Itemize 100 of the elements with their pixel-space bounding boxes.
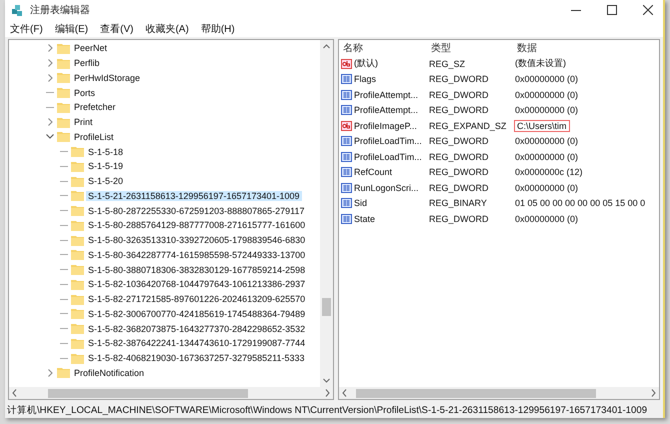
tree-connector-line: [60, 240, 68, 241]
value-name: ProfileAttempt...: [354, 105, 418, 116]
scroll-left-icon[interactable]: [12, 389, 18, 397]
value-data: 0x00000000 (0): [515, 90, 580, 100]
folder-icon: [57, 367, 70, 378]
tree-item[interactable]: PeerNet: [72, 43, 110, 54]
value-data: 0x00000000 (0): [515, 152, 580, 162]
value-type: REG_DWORD: [429, 182, 490, 193]
scroll-thumb[interactable]: [356, 388, 596, 398]
tree-item[interactable]: S-1-5-80-3263513310-3392720605-1798839546-6830: [86, 235, 308, 246]
tree-item[interactable]: S-1-5-80-3642287774-1615985598-572449333-13700: [86, 250, 308, 260]
binary-value-icon: [341, 167, 352, 178]
folder-icon: [71, 338, 84, 349]
folder-icon: [71, 278, 84, 290]
value-data: 0x00000000 (0): [515, 214, 580, 224]
menu-item[interactable]: 查看(V): [100, 22, 134, 36]
tree-item[interactable]: S-1-5-80-2885764129-887777008-271615777-161600: [86, 220, 308, 230]
folder-icon: [71, 160, 84, 172]
binary-value-icon: [341, 105, 352, 116]
tree-connector-line: [60, 180, 68, 182]
column-header[interactable]: 名称: [343, 41, 431, 55]
tree-connector-line: [60, 284, 68, 285]
menu-item[interactable]: 编辑(E): [54, 22, 88, 36]
horizontal-scrollbar[interactable]: [339, 387, 659, 399]
value-name: (默认): [354, 57, 378, 70]
tree-item[interactable]: S-1-5-82-3682073875-1643277370-2842298652-3532: [86, 324, 308, 334]
tree-item[interactable]: PerHwIdStorage: [72, 72, 142, 83]
tree-item[interactable]: ProfileList: [72, 132, 116, 142]
chevron-right-icon[interactable]: [48, 118, 52, 126]
binary-value-icon: [341, 74, 352, 84]
tree-item[interactable]: S-1-5-82-271721585-897601226-2024613209-625570: [86, 294, 308, 304]
folder-icon: [71, 352, 84, 364]
tree-item[interactable]: S-1-5-80-2872255330-672591203-888807865-279117: [86, 206, 307, 216]
binary-value-icon: [341, 198, 352, 208]
binary-value-icon: [341, 182, 352, 193]
tree-item[interactable]: S-1-5-82-3876422241-1344743610-1729199087-7744: [86, 338, 308, 348]
folder-icon: [71, 308, 84, 320]
maximize-icon: [607, 5, 617, 15]
tree-item[interactable]: S-1-5-82-1036420768-1044797643-1061213386-2937: [86, 279, 308, 290]
tree-item[interactable]: S-1-5-80-3880718306-3832830129-1677859214-2598: [86, 264, 308, 275]
binary-value-icon: [341, 136, 352, 146]
value-name: RunLogonScri...: [354, 182, 419, 193]
value-name: ProfileImageP...: [354, 120, 417, 131]
folder-icon: [71, 323, 84, 334]
value-type: REG_DWORD: [429, 105, 490, 116]
tree-item[interactable]: S-1-5-21-2631158613-129956197-1657173401-1009: [86, 190, 302, 201]
scroll-thumb[interactable]: [48, 388, 248, 398]
value-type: REG_DWORD: [429, 167, 490, 178]
string-value-icon: [341, 58, 352, 69]
tree-item[interactable]: Print: [72, 117, 95, 128]
app-icon: [11, 4, 24, 16]
value-name: Sid: [354, 198, 368, 208]
value-data: 0x00000000 (0): [515, 105, 580, 116]
value-type: REG_DWORD: [429, 136, 490, 146]
tree-item[interactable]: Ports: [72, 88, 98, 98]
value-data: (数值未设置): [515, 57, 567, 70]
value-data: C:\Users\tim: [515, 120, 568, 131]
binary-value-icon: [341, 152, 352, 162]
value-data: 0x00000000 (0): [515, 136, 580, 146]
value-type: REG_DWORD: [429, 74, 490, 84]
tree-item[interactable]: S-1-5-19: [86, 161, 126, 172]
tree-item[interactable]: S-1-5-20: [86, 176, 126, 186]
tree-connector-line: [60, 151, 68, 152]
tree-connector-line: [46, 106, 54, 108]
tree-item[interactable]: ProfileNotification: [72, 368, 146, 378]
tree-item[interactable]: S-1-5-82-3006700770-424185619-1745488364-79489: [86, 308, 308, 319]
column-header[interactable]: 类型: [431, 41, 517, 55]
folder-icon: [71, 234, 84, 246]
scroll-left-icon[interactable]: [342, 389, 348, 397]
column-header[interactable]: 数据: [517, 41, 659, 55]
chevron-down-icon[interactable]: [46, 134, 54, 140]
value-data: 0x0000000c (12): [515, 167, 584, 178]
menu-item[interactable]: 收藏夹(A): [145, 22, 189, 36]
menu-item[interactable]: 文件(F): [10, 22, 43, 36]
window-title: 注册表编辑器: [30, 4, 90, 17]
scroll-right-icon[interactable]: [650, 389, 656, 397]
value-type: REG_SZ: [429, 58, 466, 69]
value-type: REG_EXPAND_SZ: [429, 120, 508, 131]
scroll-right-icon[interactable]: [324, 389, 330, 397]
binary-value-icon: [341, 90, 352, 100]
scroll-thumb[interactable]: [322, 298, 331, 316]
vertical-scrollbar[interactable]: [320, 40, 333, 387]
menu-item[interactable]: 帮助(H): [200, 22, 235, 36]
folder-icon: [57, 116, 70, 128]
tree-item[interactable]: S-1-5-18: [86, 146, 126, 157]
tree-item[interactable]: Perflib: [72, 58, 102, 68]
value-name: RefCount: [354, 167, 392, 178]
value-name: ProfileLoadTim...: [354, 152, 422, 162]
folder-icon: [57, 42, 70, 54]
tree-connector-line: [60, 313, 68, 314]
tree-connector-line: [60, 328, 68, 330]
horizontal-scrollbar[interactable]: [9, 387, 333, 399]
tree-connector-line: [60, 166, 68, 167]
value-type: REG_DWORD: [429, 90, 490, 100]
tree-connector-line: [60, 210, 68, 212]
value-name: ProfileAttempt...: [354, 90, 418, 100]
folder-icon: [71, 294, 84, 305]
chevron-right-icon[interactable]: [48, 368, 52, 377]
tree-item[interactable]: Prefetcher: [72, 102, 118, 112]
tree-item[interactable]: S-1-5-82-4068219030-1673637257-3279585211-5333: [86, 353, 307, 364]
